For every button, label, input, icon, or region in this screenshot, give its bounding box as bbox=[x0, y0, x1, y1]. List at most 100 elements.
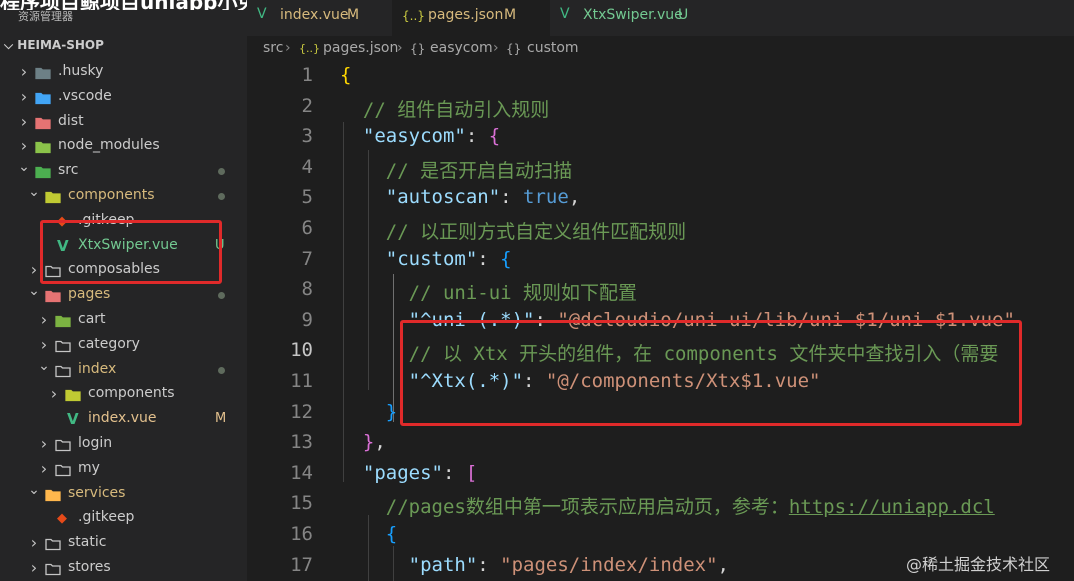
breadcrumb-item[interactable]: custom bbox=[527, 40, 579, 56]
tree-item[interactable]: › category bbox=[0, 334, 247, 358]
tree-item-label: dist bbox=[58, 112, 84, 129]
tree-item[interactable]: ◆ .gitkeep bbox=[0, 507, 247, 531]
code-line: { bbox=[340, 523, 397, 545]
chevron-right-icon: › bbox=[20, 136, 28, 156]
tree-item[interactable]: ⌄ components bbox=[0, 184, 247, 209]
tab-status: M bbox=[504, 7, 517, 23]
tab-index-vue[interactable]: V index.vue M bbox=[247, 0, 392, 36]
chevron-down-icon: ⌄ bbox=[28, 184, 40, 200]
tree-item[interactable]: › static bbox=[0, 532, 247, 556]
code-line: //pages数组中第一项表示应用启动页，参考：https://uniapp.d… bbox=[340, 492, 995, 519]
tree-item-label: node_modules bbox=[58, 137, 160, 154]
chevron-right-icon: › bbox=[40, 310, 48, 329]
tree-item[interactable]: Vindex.vue M bbox=[0, 408, 247, 432]
folder-icon bbox=[45, 289, 61, 303]
folder-icon bbox=[45, 537, 61, 551]
tab-label: index.vue bbox=[280, 7, 349, 23]
code-line: // 组件自动引入规则 bbox=[340, 95, 549, 122]
tree-item[interactable]: › my bbox=[0, 458, 247, 482]
chevron-right-icon: › bbox=[30, 533, 38, 553]
breadcrumb: src › {..} pages.json › {} easycom › {} … bbox=[247, 36, 1074, 60]
watermark: @稀土掘金技术社区 bbox=[906, 555, 1051, 574]
tree-item[interactable]: › .husky bbox=[0, 61, 247, 85]
line-number: 2 bbox=[301, 94, 313, 117]
tree-item[interactable]: ⌄ index bbox=[0, 357, 247, 383]
tree-item[interactable]: › stores bbox=[0, 557, 247, 581]
tree-item-label: .vscode bbox=[58, 87, 112, 104]
code-token: https://uniapp.dcl bbox=[788, 496, 995, 519]
code-token: , bbox=[374, 431, 386, 454]
tree-item-label: category bbox=[78, 335, 140, 352]
highlight-box-xtx-rule bbox=[400, 320, 1022, 426]
breadcrumb-item[interactable]: src bbox=[263, 40, 283, 56]
chevron-right-icon: › bbox=[20, 62, 28, 81]
json-file-icon: {..} bbox=[299, 42, 320, 55]
chevron-right-icon: › bbox=[285, 40, 291, 56]
tree-item[interactable]: › cart bbox=[0, 309, 247, 333]
tree-item-label: .gitkeep bbox=[78, 509, 135, 526]
workspace-root[interactable]: ⌵ HEIMA-SHOP bbox=[4, 38, 104, 53]
tree-item[interactable]: › .vscode bbox=[0, 86, 247, 110]
chevron-right-icon: › bbox=[40, 334, 48, 354]
code-token: "pages/index/index" bbox=[500, 553, 718, 576]
modified-dot bbox=[218, 168, 225, 176]
tree-item[interactable]: ⌄ services bbox=[0, 481, 247, 507]
highlight-box-xtxswiper bbox=[40, 220, 222, 284]
tree-item[interactable]: › node_modules bbox=[0, 135, 247, 159]
code-token: "pages" bbox=[340, 461, 443, 484]
code-token: // 以正则方式自定义组件匹配规则 bbox=[340, 221, 687, 243]
code-token: //pages数组中第一项表示应用启动页，参考： bbox=[340, 496, 789, 519]
tree-item-label: index bbox=[78, 360, 117, 377]
tree-item[interactable]: › components bbox=[0, 383, 247, 407]
line-number: 6 bbox=[301, 217, 313, 239]
tree-item[interactable]: ⌄ pages bbox=[0, 283, 247, 308]
explorer-title: 资源管理器 bbox=[18, 10, 73, 23]
chevron-down-icon: ⌄ bbox=[28, 481, 40, 498]
code-token: : bbox=[465, 125, 489, 148]
code-token: "path" bbox=[340, 553, 478, 576]
code-token: "custom" bbox=[340, 247, 478, 270]
code-line: "custom": { bbox=[340, 248, 512, 270]
chevron-right-icon: › bbox=[30, 260, 38, 280]
line-number: 17 bbox=[290, 553, 313, 576]
breadcrumb-item[interactable]: pages.json bbox=[323, 40, 398, 56]
tree-item-label: cart bbox=[78, 311, 106, 327]
breadcrumb-item[interactable]: easycom bbox=[430, 40, 493, 56]
json-file-icon: {..} bbox=[402, 9, 425, 23]
code-token: // 是否开启自动扫描 bbox=[340, 159, 573, 182]
folder-icon bbox=[45, 190, 61, 204]
object-icon: {} bbox=[506, 42, 522, 56]
line-number: 15 bbox=[290, 492, 313, 515]
folder-icon bbox=[35, 165, 51, 179]
folder-icon bbox=[35, 66, 51, 80]
chevron-down-icon: ⌄ bbox=[28, 283, 40, 300]
vue-file-icon: V bbox=[257, 6, 267, 22]
tab-xtxswiper-vue[interactable]: V XtxSwiper.vue U bbox=[550, 0, 710, 36]
tree-item[interactable]: › dist bbox=[0, 111, 247, 135]
code-token: // uni-ui 规则如下配置 bbox=[340, 282, 638, 305]
vue-file-icon: V bbox=[560, 6, 570, 22]
code-token: : bbox=[477, 553, 501, 576]
code-line: "pages": [ bbox=[340, 462, 477, 484]
modified-dot bbox=[218, 292, 225, 300]
folder-icon bbox=[45, 488, 61, 502]
chevron-down-icon: ⌄ bbox=[38, 357, 50, 374]
code-token: , bbox=[717, 553, 729, 576]
tab-pages-json[interactable]: {..} pages.json M bbox=[392, 0, 550, 36]
editor-tab-bar: V index.vue M {..} pages.json M V XtxSwi… bbox=[247, 0, 1074, 36]
chevron-down-icon: ⌵ bbox=[4, 38, 18, 52]
line-number: 10 bbox=[290, 339, 313, 362]
chevron-right-icon: › bbox=[40, 458, 48, 478]
tree-item[interactable]: ⌄ src bbox=[0, 159, 247, 184]
workspace-root-label: HEIMA-SHOP bbox=[17, 38, 104, 52]
line-number: 13 bbox=[290, 431, 313, 454]
vue-file-icon: V bbox=[67, 410, 79, 429]
tree-item-label: pages bbox=[68, 286, 111, 303]
tree-item[interactable]: › login bbox=[0, 433, 247, 457]
chevron-right-icon: › bbox=[493, 40, 499, 56]
tree-item-label: static bbox=[68, 534, 107, 551]
code-token: { bbox=[385, 523, 398, 545]
